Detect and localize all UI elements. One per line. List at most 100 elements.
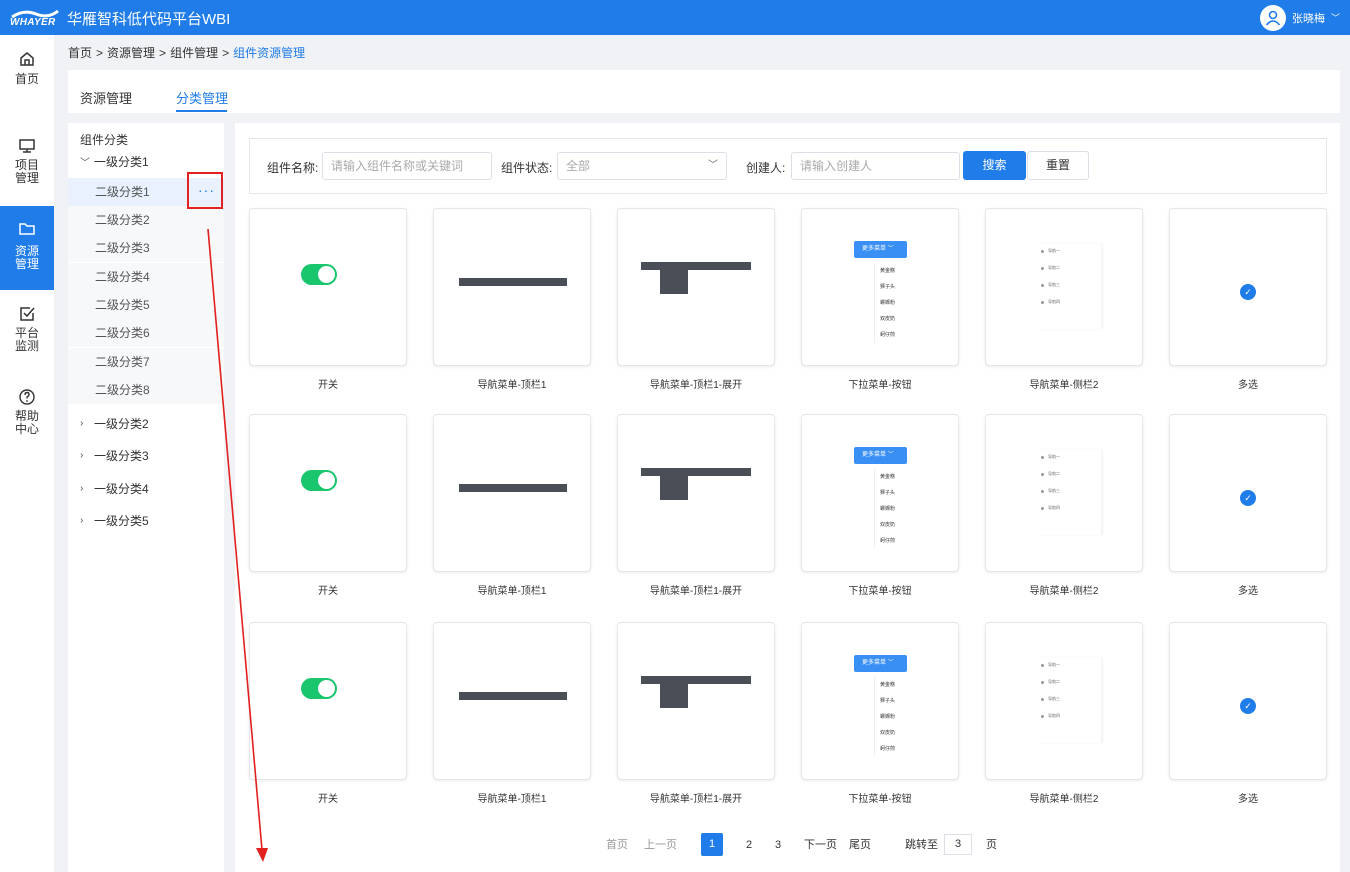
- pager-page-2[interactable]: 2: [746, 837, 752, 853]
- tree-item[interactable]: 二级分类3: [68, 234, 224, 262]
- sidebar-item-project[interactable]: 项目管理: [0, 132, 54, 192]
- component-card[interactable]: ✓: [1169, 622, 1327, 780]
- more-dots-icon[interactable]: ···: [198, 183, 215, 197]
- reset-button[interactable]: 重置: [1027, 151, 1089, 180]
- breadcrumb-resource[interactable]: 资源管理: [107, 46, 155, 60]
- sidebar-item-home[interactable]: 首页: [0, 50, 54, 100]
- dropdown-preview-item: 双皮奶: [880, 316, 896, 322]
- component-card-label: 导航菜单-侧栏2: [1029, 586, 1099, 597]
- component-card[interactable]: 导航一 导航二 导航三 导航四: [985, 208, 1143, 366]
- tree-item[interactable]: 二级分类5: [68, 291, 224, 319]
- component-card-label: 开关: [318, 794, 338, 805]
- user-menu[interactable]: 张晓梅 ﹀: [1259, 4, 1340, 31]
- sidebar-item-resource[interactable]: 资源管理: [0, 206, 54, 290]
- tab-category[interactable]: 分类管理: [176, 88, 228, 107]
- sidenav-preview-item: 导航四: [1041, 505, 1060, 511]
- pager-last[interactable]: 尾页: [849, 837, 871, 853]
- sidenav-preview-dot: [1041, 714, 1044, 718]
- dropdown-preview-item: 蚵仔煎: [880, 332, 896, 338]
- tree-item[interactable]: 二级分类6: [68, 319, 224, 347]
- component-card[interactable]: 更多菜单 ﹀ 黄金糕 狮子头 螺蛳粉 双皮奶 蚵仔煎: [801, 622, 959, 780]
- navbar-dropdown-preview: [660, 270, 688, 294]
- monitor-icon: [19, 139, 35, 153]
- dropdown-preview-item: 双皮奶: [880, 522, 896, 528]
- component-card-label: 导航菜单-顶栏1: [477, 380, 547, 391]
- sidenav-preview-item: 导航三: [1041, 282, 1060, 288]
- component-card[interactable]: [249, 208, 407, 366]
- component-card[interactable]: 更多菜单 ﹀ 黄金糕 狮子头 螺蛳粉 双皮奶 蚵仔煎: [801, 414, 959, 572]
- sidenav-preview-label: 导航二: [1048, 679, 1060, 684]
- dropdown-preview-item: 双皮奶: [880, 730, 896, 736]
- tree-group-4[interactable]: › 一级分类4: [80, 480, 149, 497]
- tree-item[interactable]: 二级分类4: [68, 263, 224, 291]
- pager-first[interactable]: 首页: [606, 837, 628, 853]
- sidenav-preview-dot: [1041, 455, 1044, 459]
- component-card[interactable]: ✓: [1169, 414, 1327, 572]
- component-card[interactable]: [433, 414, 591, 572]
- tree-item[interactable]: 二级分类2: [68, 206, 224, 234]
- sidenav-preview-item: 导航四: [1041, 299, 1060, 305]
- component-card[interactable]: 导航一 导航二 导航三 导航四: [985, 414, 1143, 572]
- dropdown-preview-item: 黄金糕: [880, 268, 896, 274]
- component-card[interactable]: 更多菜单 ﹀ 黄金糕 狮子头 螺蛳粉 双皮奶 蚵仔煎: [801, 208, 959, 366]
- component-card[interactable]: [433, 622, 591, 780]
- search-button[interactable]: 搜索: [963, 151, 1026, 180]
- pager-next[interactable]: 下一页: [804, 837, 837, 853]
- pager-jump-label: 跳转至: [905, 839, 938, 851]
- creator-input[interactable]: 请输入创建人: [791, 152, 960, 180]
- component-card[interactable]: [617, 622, 775, 780]
- dropdown-preview-item: 狮子头: [880, 490, 896, 496]
- sidebar-item-monitor[interactable]: 平台监测: [0, 305, 54, 365]
- sidebar-item-help[interactable]: 帮助中心: [0, 388, 54, 448]
- status-select[interactable]: 全部 ﹀: [557, 152, 727, 180]
- home-icon: [20, 52, 34, 66]
- tree-group-5[interactable]: › 一级分类5: [80, 512, 149, 529]
- dropdown-preview-label: 更多菜单: [862, 452, 887, 458]
- breadcrumb-separator: >: [159, 46, 167, 60]
- checkbox-icon: [20, 307, 35, 321]
- component-card-label: 导航菜单-顶栏1-展开: [649, 586, 743, 597]
- sidenav-preview-dot: [1041, 663, 1044, 667]
- sidenav-preview-item: 导航三: [1041, 696, 1060, 702]
- sidenav-preview-dot: [1041, 697, 1044, 701]
- tree-group-2[interactable]: › 一级分类2: [80, 415, 149, 432]
- tab-resource[interactable]: 资源管理: [80, 88, 132, 107]
- tab-active-indicator: [176, 110, 227, 112]
- component-card[interactable]: ✓: [1169, 208, 1327, 366]
- component-card[interactable]: [433, 208, 591, 366]
- component-card[interactable]: [249, 622, 407, 780]
- component-card[interactable]: 导航一 导航二 导航三 导航四: [985, 622, 1143, 780]
- component-card[interactable]: [249, 414, 407, 572]
- name-search-input[interactable]: 请输入组件名称或关键词: [322, 152, 492, 180]
- navbar-dropdown-preview: [660, 684, 688, 708]
- tree-item[interactable]: 二级分类8: [68, 376, 224, 404]
- pager-page-3[interactable]: 3: [775, 837, 781, 853]
- sidebar-item-label: 项目管理: [14, 158, 39, 185]
- tree-group-1[interactable]: ﹀ 一级分类1: [80, 153, 149, 170]
- sidenav-preview-dot: [1041, 300, 1044, 304]
- pager-prev[interactable]: 上一页: [644, 837, 677, 853]
- component-card-label: 导航菜单-顶栏1-展开: [649, 794, 743, 805]
- tab-bar: 资源管理 分类管理: [68, 70, 1340, 113]
- sidenav-preview-item: 导航一: [1041, 248, 1060, 254]
- tree-group-3[interactable]: › 一级分类3: [80, 447, 149, 464]
- tree-title: 组件分类: [80, 133, 129, 147]
- sidenav-preview-dot: [1041, 266, 1044, 270]
- pager-jump-input[interactable]: 3: [944, 834, 972, 855]
- checkmark-icon: ✓: [1240, 284, 1256, 300]
- component-card-label: 多选: [1238, 586, 1258, 597]
- component-card[interactable]: [617, 414, 775, 572]
- breadcrumb-home[interactable]: 首页: [68, 46, 92, 60]
- dropdown-preview-list: 黄金糕 狮子头 螺蛳粉 双皮奶 蚵仔煎: [874, 677, 902, 757]
- pager-page-1[interactable]: 1: [701, 833, 723, 856]
- tree-item[interactable]: 二级分类7: [68, 348, 224, 376]
- component-card-label: 下拉菜单-按钮: [848, 586, 912, 597]
- dropdown-preview-item: 蚵仔煎: [880, 538, 896, 544]
- component-card[interactable]: [617, 208, 775, 366]
- sidenav-preview-label: 导航三: [1048, 488, 1060, 493]
- sidenav-preview-label: 导航一: [1048, 662, 1060, 667]
- dropdown-preview-list: 黄金糕 狮子头 螺蛳粉 双皮奶 蚵仔煎: [874, 469, 902, 549]
- sidenav-preview-item: 导航一: [1041, 454, 1060, 460]
- navbar-preview: [459, 484, 567, 492]
- breadcrumb-component[interactable]: 组件管理: [170, 46, 218, 60]
